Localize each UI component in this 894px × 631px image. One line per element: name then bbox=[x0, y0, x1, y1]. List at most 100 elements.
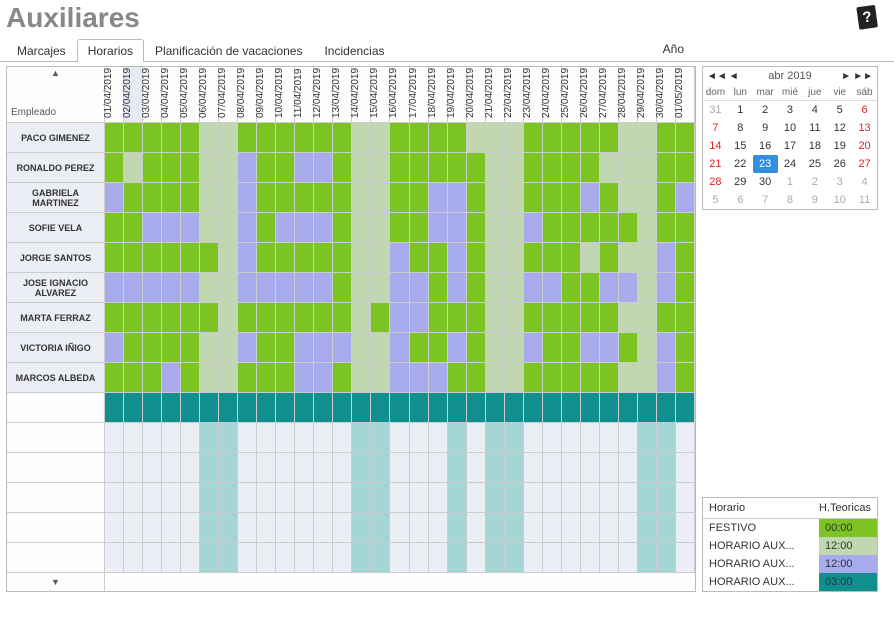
schedule-cell[interactable] bbox=[524, 543, 543, 573]
schedule-cell[interactable] bbox=[448, 153, 467, 183]
schedule-cell[interactable] bbox=[390, 393, 409, 423]
schedule-cell[interactable] bbox=[657, 303, 676, 333]
schedule-cell[interactable] bbox=[448, 363, 467, 393]
schedule-cell[interactable] bbox=[143, 543, 162, 573]
schedule-cell[interactable] bbox=[352, 513, 371, 543]
schedule-cell[interactable] bbox=[429, 423, 448, 453]
schedule-cell[interactable] bbox=[467, 153, 486, 183]
schedule-cell[interactable] bbox=[219, 303, 238, 333]
schedule-cell[interactable] bbox=[638, 273, 657, 303]
schedule-cell[interactable] bbox=[581, 453, 600, 483]
schedule-cell[interactable] bbox=[352, 543, 371, 573]
schedule-cell[interactable] bbox=[238, 423, 257, 453]
calendar-day[interactable]: 23 bbox=[753, 155, 778, 173]
calendar-day[interactable]: 2 bbox=[753, 101, 778, 119]
employee-cell[interactable]: VICTORIA IÑIGO bbox=[7, 333, 105, 363]
calendar-day[interactable]: 17 bbox=[778, 137, 803, 155]
schedule-cell[interactable] bbox=[105, 123, 124, 153]
calendar-day[interactable]: 4 bbox=[802, 101, 827, 119]
schedule-cell[interactable] bbox=[448, 303, 467, 333]
employee-cell[interactable]: MARTA FERRAZ bbox=[7, 303, 105, 333]
schedule-cell[interactable] bbox=[333, 243, 352, 273]
calendar-day[interactable]: 30 bbox=[753, 173, 778, 191]
schedule-cell[interactable] bbox=[295, 183, 314, 213]
schedule-cell[interactable] bbox=[295, 153, 314, 183]
schedule-cell[interactable] bbox=[543, 513, 562, 543]
schedule-cell[interactable] bbox=[314, 183, 333, 213]
calendar-day[interactable]: 19 bbox=[827, 137, 852, 155]
schedule-cell[interactable] bbox=[543, 333, 562, 363]
schedule-cell[interactable] bbox=[600, 273, 619, 303]
schedule-cell[interactable] bbox=[657, 363, 676, 393]
schedule-cell[interactable] bbox=[581, 123, 600, 153]
schedule-cell[interactable] bbox=[505, 513, 524, 543]
schedule-cell[interactable] bbox=[333, 303, 352, 333]
schedule-cell[interactable] bbox=[657, 243, 676, 273]
calendar-day[interactable]: 5 bbox=[827, 101, 852, 119]
schedule-cell[interactable] bbox=[448, 273, 467, 303]
schedule-cell[interactable] bbox=[676, 213, 695, 243]
schedule-cell[interactable] bbox=[562, 453, 581, 483]
schedule-cell[interactable] bbox=[295, 453, 314, 483]
employee-cell[interactable]: MARCOS ALBEDA bbox=[7, 363, 105, 393]
schedule-cell[interactable] bbox=[162, 243, 181, 273]
schedule-cell[interactable] bbox=[486, 363, 505, 393]
schedule-cell[interactable] bbox=[200, 543, 219, 573]
schedule-cell[interactable] bbox=[333, 153, 352, 183]
schedule-cell[interactable] bbox=[581, 213, 600, 243]
legend-name[interactable]: HORARIO AUX... bbox=[703, 573, 819, 591]
calendar-day[interactable]: 4 bbox=[852, 173, 877, 191]
schedule-cell[interactable] bbox=[143, 303, 162, 333]
schedule-cell[interactable] bbox=[143, 123, 162, 153]
schedule-cell[interactable] bbox=[295, 543, 314, 573]
schedule-cell[interactable] bbox=[181, 123, 200, 153]
schedule-cell[interactable] bbox=[429, 153, 448, 183]
schedule-cell[interactable] bbox=[448, 393, 467, 423]
schedule-cell[interactable] bbox=[429, 453, 448, 483]
schedule-cell[interactable] bbox=[200, 513, 219, 543]
schedule-cell[interactable] bbox=[486, 393, 505, 423]
schedule-cell[interactable] bbox=[257, 483, 276, 513]
help-icon[interactable]: ? bbox=[854, 2, 884, 32]
schedule-cell[interactable] bbox=[295, 483, 314, 513]
schedule-cell[interactable] bbox=[619, 363, 638, 393]
schedule-cell[interactable] bbox=[676, 183, 695, 213]
schedule-cell[interactable] bbox=[600, 213, 619, 243]
schedule-cell[interactable] bbox=[638, 243, 657, 273]
schedule-cell[interactable] bbox=[429, 393, 448, 423]
schedule-cell[interactable] bbox=[562, 513, 581, 543]
schedule-cell[interactable] bbox=[257, 153, 276, 183]
schedule-cell[interactable] bbox=[124, 123, 143, 153]
schedule-cell[interactable] bbox=[333, 123, 352, 153]
schedule-cell[interactable] bbox=[600, 363, 619, 393]
schedule-cell[interactable] bbox=[390, 363, 409, 393]
schedule-cell[interactable] bbox=[333, 483, 352, 513]
calendar-day[interactable]: 3 bbox=[827, 173, 852, 191]
schedule-cell[interactable] bbox=[143, 513, 162, 543]
calendar-day[interactable]: 21 bbox=[703, 155, 728, 173]
schedule-cell[interactable] bbox=[619, 513, 638, 543]
schedule-cell[interactable] bbox=[429, 513, 448, 543]
schedule-cell[interactable] bbox=[314, 243, 333, 273]
schedule-cell[interactable] bbox=[638, 213, 657, 243]
employee-cell[interactable]: GABRIELA MARTINEZ bbox=[7, 183, 105, 213]
schedule-cell[interactable] bbox=[257, 333, 276, 363]
schedule-cell[interactable] bbox=[600, 543, 619, 573]
schedule-cell[interactable] bbox=[619, 183, 638, 213]
schedule-cell[interactable] bbox=[276, 303, 295, 333]
schedule-cell[interactable] bbox=[219, 483, 238, 513]
schedule-cell[interactable] bbox=[124, 543, 143, 573]
schedule-cell[interactable] bbox=[276, 363, 295, 393]
schedule-cell[interactable] bbox=[295, 243, 314, 273]
date-header[interactable]: 23/04/2019 bbox=[524, 67, 543, 123]
schedule-cell[interactable] bbox=[276, 243, 295, 273]
schedule-cell[interactable] bbox=[314, 363, 333, 393]
schedule-cell[interactable] bbox=[600, 423, 619, 453]
schedule-cell[interactable] bbox=[638, 123, 657, 153]
calendar-next-month-icon[interactable]: ► bbox=[841, 71, 851, 82]
schedule-cell[interactable] bbox=[200, 123, 219, 153]
schedule-cell[interactable] bbox=[105, 213, 124, 243]
schedule-cell[interactable] bbox=[238, 213, 257, 243]
schedule-cell[interactable] bbox=[124, 213, 143, 243]
schedule-cell[interactable] bbox=[486, 123, 505, 153]
